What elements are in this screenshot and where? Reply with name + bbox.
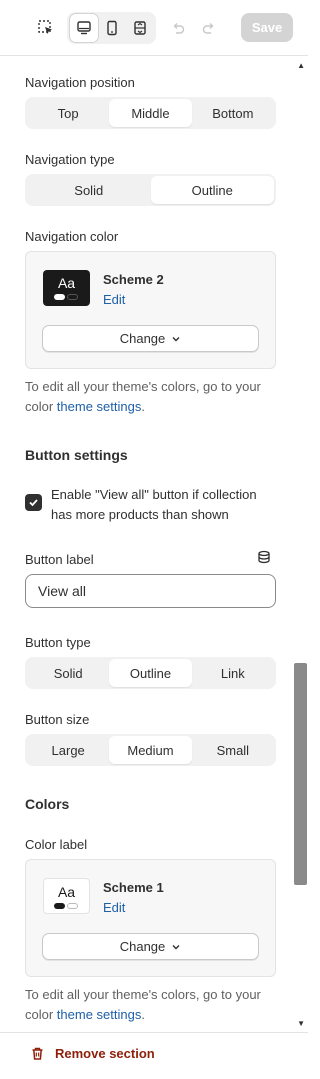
redo-icon[interactable] [195, 14, 223, 42]
button-size-segmented: Large Medium Small [25, 734, 276, 766]
button-label-input[interactable]: View all [25, 574, 276, 608]
button-type-solid[interactable]: Solid [27, 659, 109, 687]
theme-colors-help-text: To edit all your theme's colors, go to y… [25, 985, 275, 1025]
scheme-1-swatch: Aa [43, 878, 90, 914]
desktop-icon[interactable] [70, 14, 98, 42]
scheme-2-swatch: Aa [43, 270, 90, 306]
editor-toolbar: Save [0, 0, 308, 56]
scheme-name: Scheme 1 [103, 880, 164, 895]
button-type-link[interactable]: Link [192, 659, 274, 687]
color-label-label: Color label [25, 837, 88, 852]
navigation-position-label: Navigation position [25, 75, 135, 90]
button-type-segmented: Solid Outline Link [25, 657, 276, 689]
scheme-edit-link[interactable]: Edit [103, 292, 125, 307]
navigation-position-middle[interactable]: Middle [109, 99, 192, 127]
settings-panel: ▲ Navigation position Top Middle Bottom … [0, 57, 308, 1032]
theme-settings-link[interactable]: theme settings [57, 399, 142, 414]
mobile-icon[interactable] [98, 14, 126, 42]
navigation-color-label: Navigation color [25, 229, 119, 244]
help-text-suffix: . [141, 399, 145, 414]
view-all-checkbox[interactable] [25, 494, 42, 511]
theme-colors-help-text: To edit all your theme's colors, go to y… [25, 377, 275, 417]
scheme-edit-link[interactable]: Edit [103, 900, 125, 915]
save-button[interactable]: Save [241, 13, 293, 42]
swatch-outline-pill [67, 903, 78, 909]
chevron-down-icon [172, 336, 180, 341]
change-label: Change [119, 331, 166, 346]
fullwidth-icon[interactable] [126, 14, 154, 42]
scroll-down-arrow-icon[interactable]: ▼ [297, 1019, 305, 1028]
navigation-position-top[interactable]: Top [27, 99, 109, 127]
help-text-suffix: . [141, 1007, 145, 1022]
navigation-type-outline[interactable]: Outline [150, 176, 274, 204]
remove-section-label: Remove section [55, 1046, 155, 1061]
undo-icon[interactable] [164, 14, 192, 42]
inspector-icon[interactable] [32, 14, 60, 42]
navigation-type-label: Navigation type [25, 152, 115, 167]
navigation-position-bottom[interactable]: Bottom [192, 99, 274, 127]
scrollbar-thumb[interactable] [294, 663, 307, 885]
swatch-solid-pill [54, 903, 65, 909]
button-size-medium[interactable]: Medium [109, 736, 192, 764]
navigation-color-scheme-card: Aa Scheme 2 Edit Change [25, 251, 276, 369]
checkmark-icon [29, 499, 38, 507]
navigation-type-segmented: Solid Outline [25, 174, 276, 206]
button-size-large[interactable]: Large [27, 736, 109, 764]
button-size-label: Button size [25, 712, 90, 727]
remove-section-button[interactable]: Remove section [30, 1046, 155, 1061]
button-size-small[interactable]: Small [192, 736, 274, 764]
swatch-text: Aa [57, 275, 76, 291]
swatch-solid-pill [54, 294, 65, 300]
colors-heading: Colors [25, 796, 70, 812]
trash-icon [32, 1047, 43, 1060]
chevron-down-icon [172, 944, 180, 949]
button-settings-heading: Button settings [25, 447, 128, 463]
button-type-label: Button type [25, 635, 91, 650]
change-scheme-button[interactable]: Change [42, 933, 259, 960]
change-label: Change [119, 939, 166, 954]
button-type-outline[interactable]: Outline [109, 659, 192, 687]
navigation-position-segmented: Top Middle Bottom [25, 97, 276, 129]
color-scheme-card: Aa Scheme 1 Edit Change [25, 859, 276, 977]
scheme-name: Scheme 2 [103, 272, 164, 287]
swatch-outline-pill [67, 294, 78, 300]
panel-footer: Remove section [0, 1032, 308, 1079]
dynamic-source-icon[interactable] [257, 550, 271, 569]
swatch-text: Aa [57, 884, 76, 900]
scroll-up-arrow-icon[interactable]: ▲ [297, 61, 305, 70]
theme-settings-link[interactable]: theme settings [57, 1007, 142, 1022]
view-all-checkbox-label: Enable "View all" button if collection h… [51, 487, 257, 522]
change-scheme-button[interactable]: Change [42, 325, 259, 352]
navigation-type-solid[interactable]: Solid [27, 176, 151, 204]
button-label-label: Button label [25, 552, 94, 567]
